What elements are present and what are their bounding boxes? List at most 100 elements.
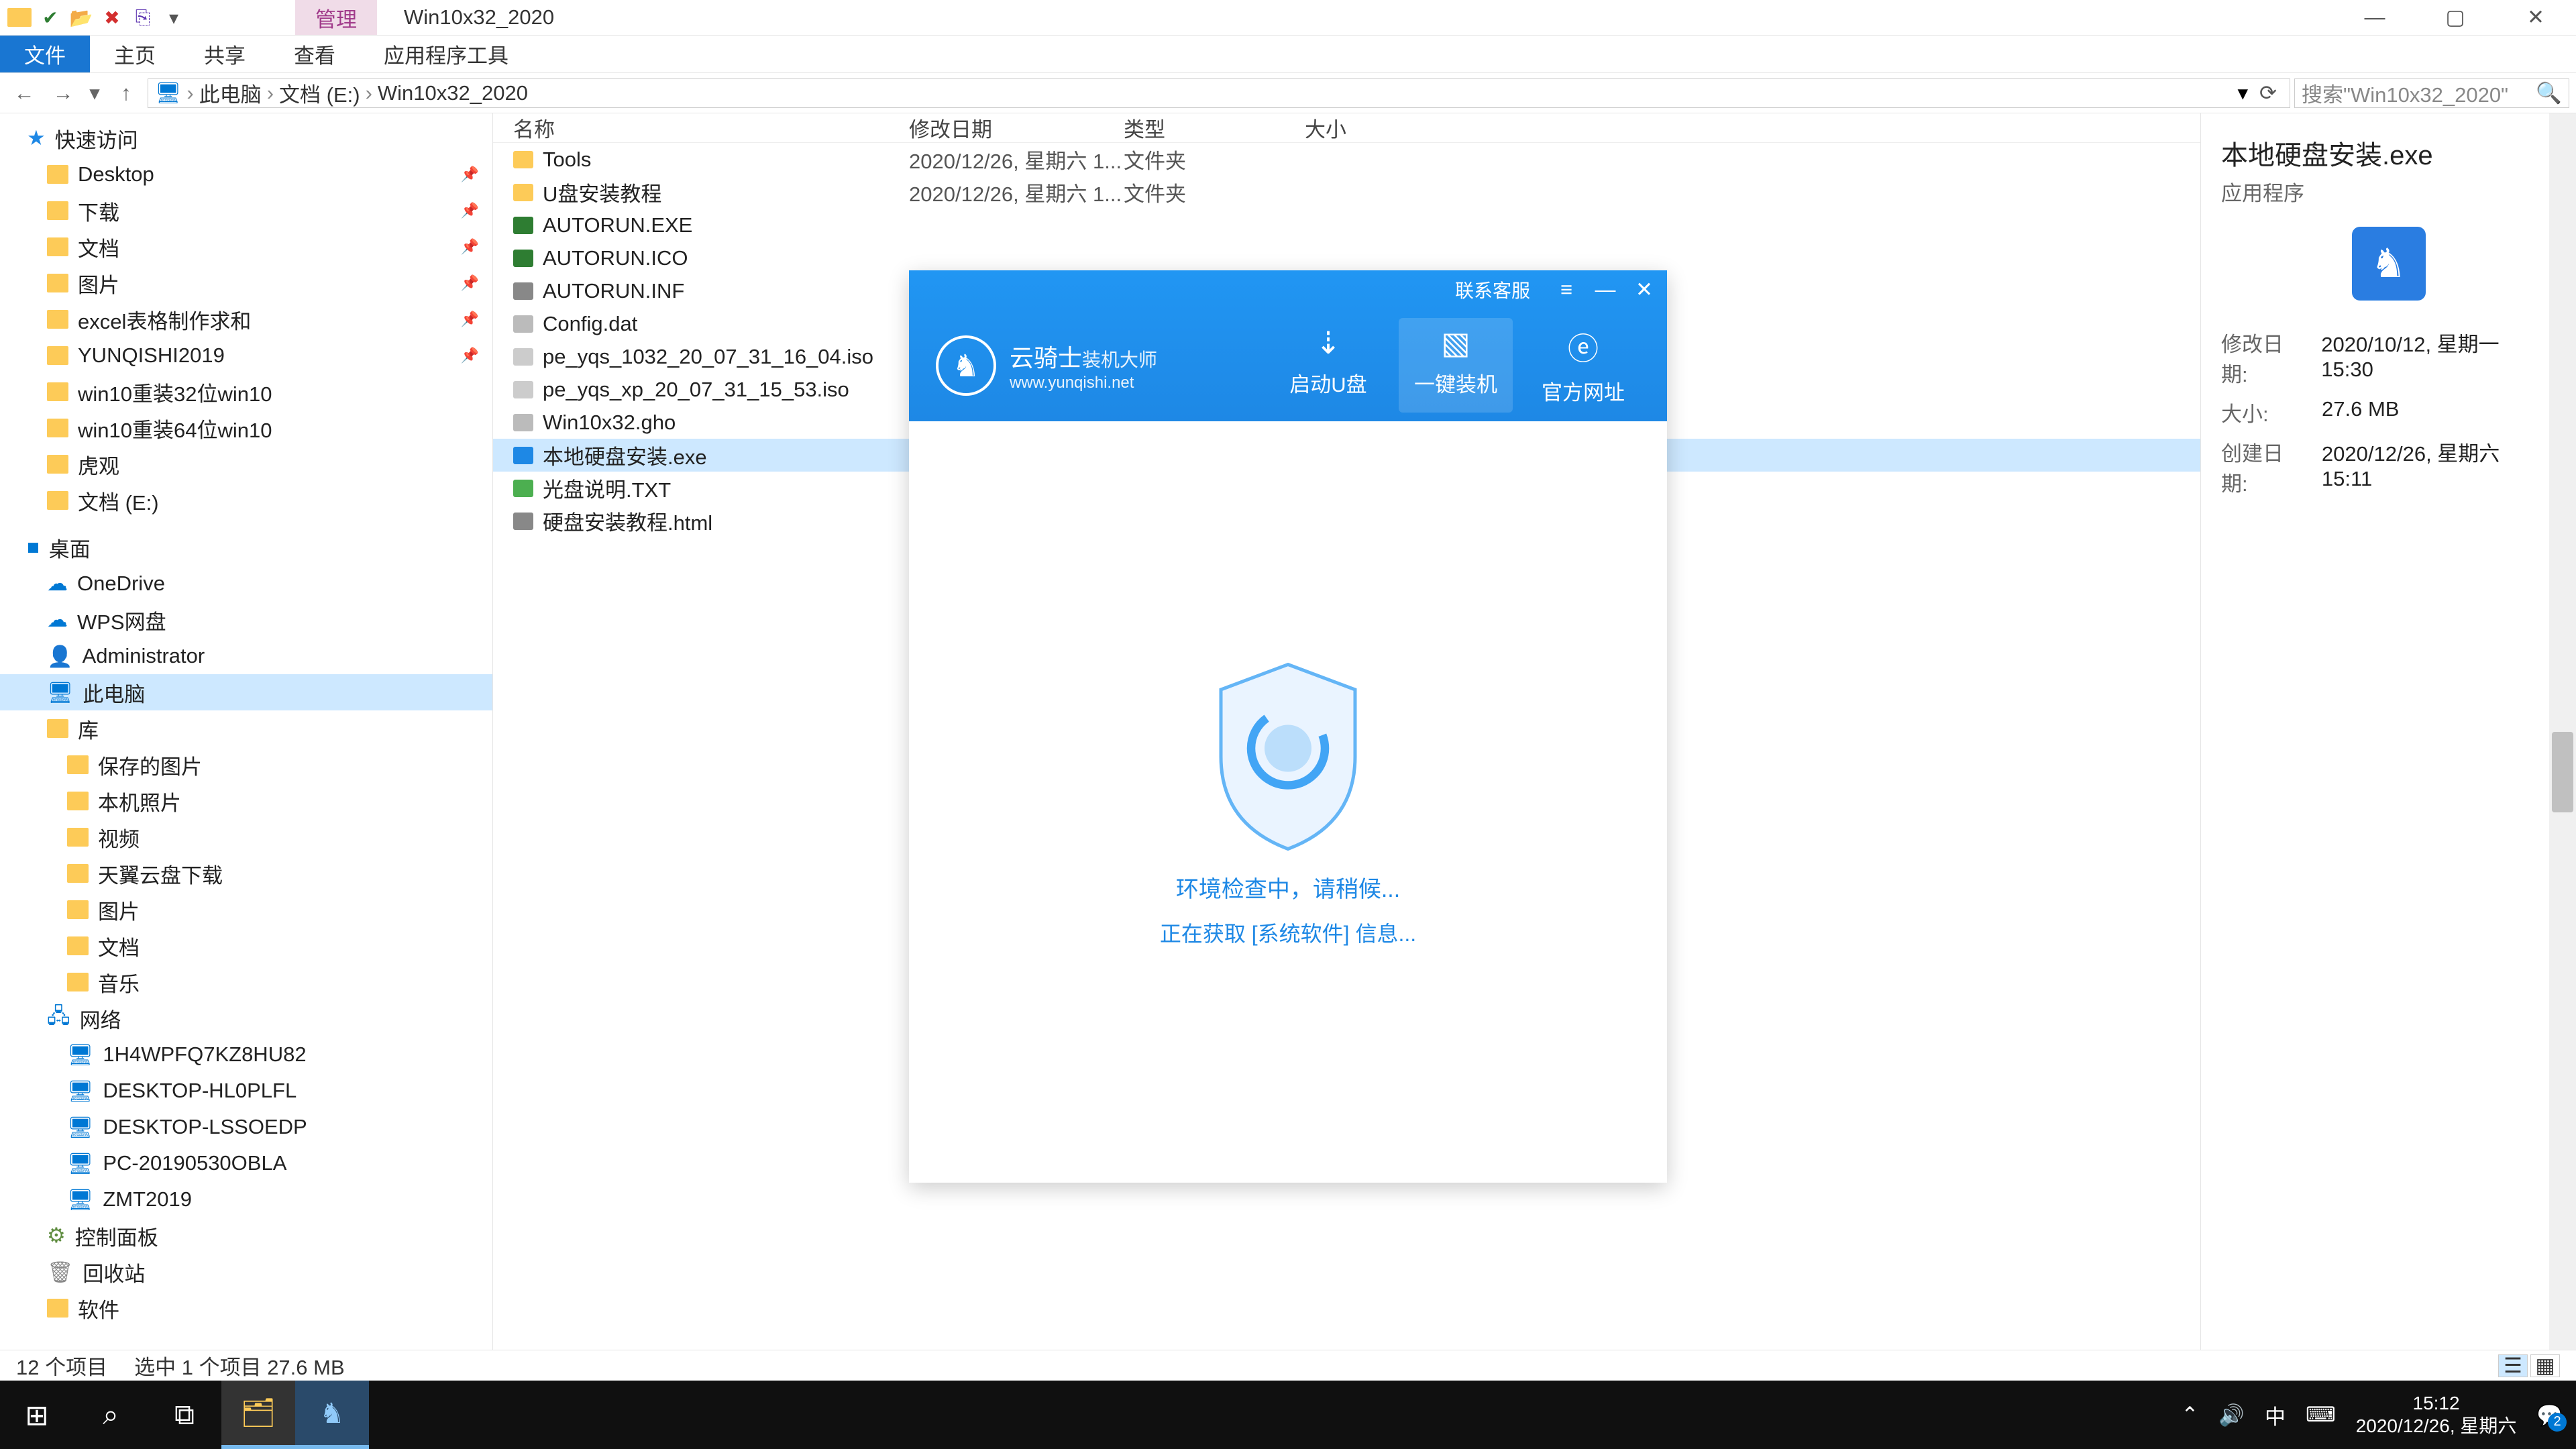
sidebar-item-library[interactable]: 视频 <box>0 819 492 855</box>
tree-recycle-bin[interactable]: 🗑 回收站 <box>0 1254 492 1290</box>
breadcrumb[interactable]: 🖥 › 此电脑 › 文档 (E:) › Win10x32_2020 ▾ ⟳ <box>148 78 2290 108</box>
file-row[interactable]: AUTORUN.ICO <box>493 241 2200 274</box>
sidebar-item-quick-access[interactable]: Desktop📌 <box>0 156 492 193</box>
minimize-button[interactable]: — <box>2334 0 2415 36</box>
refresh-button[interactable]: ⟳ <box>2253 81 2283 105</box>
folder-icon <box>47 310 68 329</box>
file-name: Config.dat <box>543 312 637 336</box>
context-tab-manage[interactable]: 管理 <box>295 0 377 35</box>
ribbon-tab-home[interactable]: 主页 <box>90 36 180 72</box>
col-header-type[interactable]: 类型 <box>1124 113 1305 143</box>
qat-folder-icon[interactable] <box>5 3 34 32</box>
sidebar-item-library[interactable]: 本机照片 <box>0 783 492 819</box>
file-row[interactable]: AUTORUN.EXE <box>493 209 2200 241</box>
breadcrumb-item[interactable]: 此电脑 <box>199 78 262 108</box>
ribbon-tab-tools[interactable]: 应用程序工具 <box>360 36 533 72</box>
taskbar-explorer[interactable]: 🗂 <box>221 1381 295 1449</box>
clock[interactable]: 15:12 2020/12/26, 星期六 <box>2356 1392 2517 1437</box>
nav-forward-button[interactable]: → <box>46 78 80 108</box>
col-header-name[interactable]: 名称 <box>513 113 909 143</box>
sidebar-item-quick-access[interactable]: excel表格制作求和📌 <box>0 301 492 337</box>
sidebar-item-quick-access[interactable]: 图片📌 <box>0 265 492 301</box>
tab-official-site[interactable]: ⓔ 官方网址 <box>1526 318 1640 413</box>
breadcrumb-item[interactable]: Win10x32_2020 <box>378 81 528 105</box>
nav-up-button[interactable]: ↑ <box>109 78 144 108</box>
ribbon-tab-share[interactable]: 共享 <box>180 36 270 72</box>
sidebar-item-network-pc[interactable]: 🖥1H4WPFQ7KZ8HU82 <box>0 1036 492 1073</box>
keyboard-icon[interactable]: ⌨ <box>2306 1403 2336 1427</box>
tree-network[interactable]: 🖧 网络 <box>0 1000 492 1036</box>
taskbar-installer[interactable]: ♞ <box>295 1381 369 1449</box>
sidebar-item[interactable]: 👤Administrator <box>0 638 492 674</box>
breadcrumb-dropdown-icon[interactable]: ▾ <box>2237 81 2248 105</box>
tab-boot-usb[interactable]: ⇣ 启动U盘 <box>1271 318 1385 413</box>
tree-quick-access[interactable]: ★ 快速访问 <box>0 120 492 156</box>
view-details-button[interactable]: ☰ <box>2498 1354 2528 1377</box>
sidebar-item-quick-access[interactable]: 下载📌 <box>0 193 492 229</box>
maximize-button[interactable]: ▢ <box>2415 0 2496 36</box>
sidebar-item-quick-access[interactable]: win10重装64位win10 <box>0 410 492 446</box>
nav-back-button[interactable]: ← <box>7 78 42 108</box>
tree-label: ZMT2019 <box>103 1187 192 1212</box>
installer-menu-button[interactable]: ≡ <box>1550 276 1582 303</box>
task-view-button[interactable]: ⧉ <box>148 1381 221 1449</box>
tree-desktop[interactable]: ■ 桌面 <box>0 529 492 566</box>
sidebar-item-library[interactable]: 文档 <box>0 928 492 964</box>
chevron-right-icon[interactable]: › <box>186 81 193 105</box>
file-row[interactable]: U盘安装教程2020/12/26, 星期六 1...文件夹 <box>493 176 2200 209</box>
sidebar-item-library[interactable]: 天翼云盘下载 <box>0 855 492 892</box>
brand-url: www.yunqishi.net <box>1010 374 1157 392</box>
breadcrumb-item[interactable]: 文档 (E:) <box>279 78 360 108</box>
ribbon-tab-file[interactable]: 文件 <box>0 36 90 72</box>
start-button[interactable]: ⊞ <box>0 1381 74 1449</box>
installer-minimize-button[interactable]: — <box>1589 276 1621 303</box>
chevron-right-icon[interactable]: › <box>267 81 274 105</box>
qat-check-icon[interactable]: ✔ <box>36 3 64 32</box>
tree-software[interactable]: 软件 <box>0 1290 492 1326</box>
scrollbar-thumb[interactable] <box>2552 732 2573 812</box>
file-list[interactable]: Tools2020/12/26, 星期六 1...文件夹U盘安装教程2020/1… <box>493 143 2200 1350</box>
search-input[interactable]: 搜索"Win10x32_2020" 🔍 <box>2294 78 2569 108</box>
sidebar-item-network-pc[interactable]: 🖥PC-20190530OBLA <box>0 1145 492 1181</box>
sidebar-item-library[interactable]: 音乐 <box>0 964 492 1000</box>
installer-close-button[interactable]: ✕ <box>1628 276 1660 303</box>
tab-one-click-install[interactable]: ▧ 一键装机 <box>1399 318 1513 413</box>
ime-indicator[interactable]: 中 <box>2265 1400 2286 1430</box>
search-button[interactable]: ⌕ <box>74 1381 148 1449</box>
col-header-date[interactable]: 修改日期 <box>909 113 1124 143</box>
sidebar-item-quick-access[interactable]: win10重装32位win10 <box>0 374 492 410</box>
search-icon[interactable]: 🔍 <box>2536 80 2562 105</box>
tree-control-panel[interactable]: ⚙ 控制面板 <box>0 1218 492 1254</box>
file-row[interactable]: Tools2020/12/26, 星期六 1...文件夹 <box>493 143 2200 176</box>
sidebar-item-network-pc[interactable]: 🖥ZMT2019 <box>0 1181 492 1218</box>
sidebar-item-quick-access[interactable]: 虎观 <box>0 446 492 482</box>
col-header-size[interactable]: 大小 <box>1305 113 1439 143</box>
view-icons-button[interactable]: ▦ <box>2530 1354 2560 1377</box>
file-icon <box>513 217 533 234</box>
chevron-right-icon[interactable]: › <box>366 81 372 105</box>
qat-paste-icon[interactable]: ⎘ <box>129 3 157 32</box>
qat-open-folder-icon[interactable]: 📂 <box>67 3 95 32</box>
volume-icon[interactable]: 🔊 <box>2218 1403 2245 1428</box>
sidebar-item[interactable]: ☁OneDrive <box>0 566 492 602</box>
sidebar-item-network-pc[interactable]: 🖥DESKTOP-LSSOEDP <box>0 1109 492 1145</box>
tray-expand-icon[interactable]: ⌃ <box>2181 1403 2198 1427</box>
scrollbar-track[interactable] <box>2549 113 2576 1350</box>
sidebar-item[interactable]: 🖥此电脑 <box>0 674 492 710</box>
nav-recent-dropdown[interactable]: ▾ <box>85 78 105 108</box>
notifications-button[interactable]: 💬2 <box>2536 1403 2563 1428</box>
qat-dropdown-icon[interactable]: ▾ <box>160 3 188 32</box>
qat-close-icon[interactable]: ✖ <box>98 3 126 32</box>
contact-support-link[interactable]: 联系客服 <box>1455 276 1530 303</box>
sidebar-item[interactable]: 库 <box>0 710 492 747</box>
ribbon-tab-view[interactable]: 查看 <box>270 36 360 72</box>
sidebar-item-library[interactable]: 保存的图片 <box>0 747 492 783</box>
sidebar-item-library[interactable]: 图片 <box>0 892 492 928</box>
sidebar-item-network-pc[interactable]: 🖥DESKTOP-HL0PLFL <box>0 1073 492 1109</box>
status-text-secondary: 正在获取 [系统软件] 信息... <box>1160 917 1416 948</box>
sidebar-item-quick-access[interactable]: 文档📌 <box>0 229 492 265</box>
sidebar-item-quick-access[interactable]: YUNQISHI2019📌 <box>0 337 492 374</box>
sidebar-item-quick-access[interactable]: 文档 (E:) <box>0 482 492 519</box>
sidebar-item[interactable]: ☁WPS网盘 <box>0 602 492 638</box>
close-button[interactable]: ✕ <box>2496 0 2576 36</box>
